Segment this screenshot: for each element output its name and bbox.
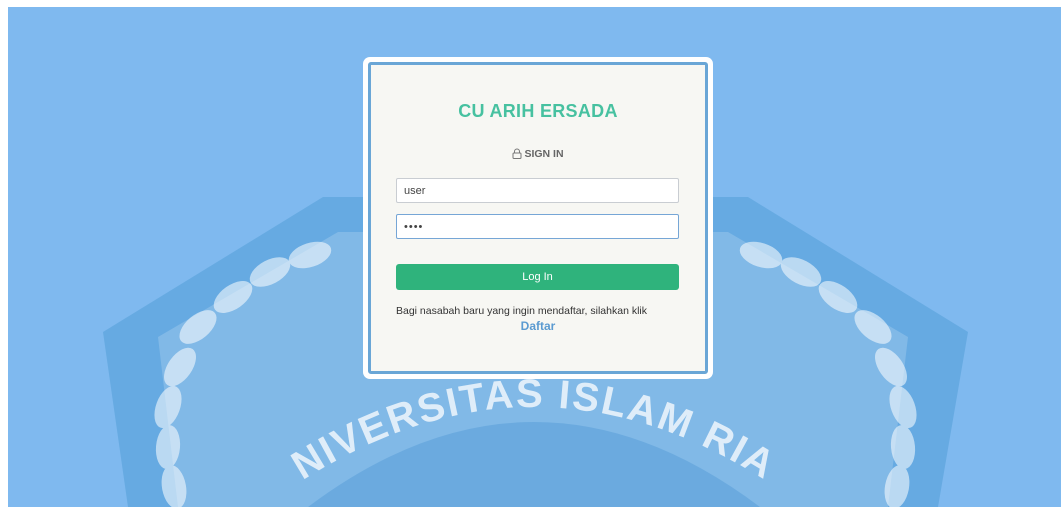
page-background: UNIVERSITAS ISLAM RIAU CU ARIH ERSADA SI… bbox=[8, 7, 1061, 507]
login-card-panel: CU ARIH ERSADA SIGN IN Log In Bagi nasab… bbox=[368, 62, 708, 374]
login-button[interactable]: Log In bbox=[396, 264, 679, 290]
register-link[interactable]: Daftar bbox=[371, 319, 705, 333]
username-input[interactable] bbox=[396, 178, 679, 203]
login-card: CU ARIH ERSADA SIGN IN Log In Bagi nasab… bbox=[363, 57, 713, 379]
lock-icon bbox=[512, 148, 522, 159]
password-input[interactable] bbox=[396, 214, 679, 239]
sign-in-label: SIGN IN bbox=[524, 148, 564, 160]
register-prompt: Bagi nasabah baru yang ingin mendaftar, … bbox=[396, 305, 647, 317]
brand-title: CU ARIH ERSADA bbox=[458, 101, 618, 121]
sign-in-heading: SIGN IN bbox=[371, 148, 705, 160]
